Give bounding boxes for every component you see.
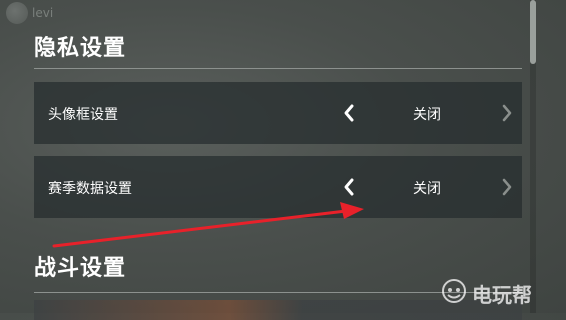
watermark-logo: 电玩帮 — [440, 276, 560, 307]
setting-label: 赛季数据设置 — [48, 181, 132, 197]
setting-value: 关闭 — [413, 107, 441, 123]
chevron-right-icon[interactable] — [496, 100, 518, 126]
watermark-text: 电玩帮 — [472, 283, 532, 307]
setting-row-season-data: 赛季数据设置 关闭 — [34, 156, 522, 218]
avatar — [6, 2, 28, 24]
section-divider — [34, 68, 522, 69]
user-name: levi — [32, 6, 54, 20]
chevron-right-icon[interactable] — [496, 174, 518, 200]
setting-row-avatar-frame: 头像框设置 关闭 — [34, 82, 522, 144]
setting-value: 关闭 — [413, 181, 441, 197]
chevron-left-icon[interactable] — [338, 100, 360, 126]
section-title-battle: 战斗设置 — [34, 256, 127, 281]
blurred-user-header: levi — [0, 0, 566, 26]
setting-label: 头像框设置 — [48, 107, 118, 123]
section-title-privacy: 隐私设置 — [34, 36, 127, 61]
scrollbar-thumb[interactable] — [530, 0, 536, 64]
chevron-left-icon[interactable] — [338, 174, 360, 200]
